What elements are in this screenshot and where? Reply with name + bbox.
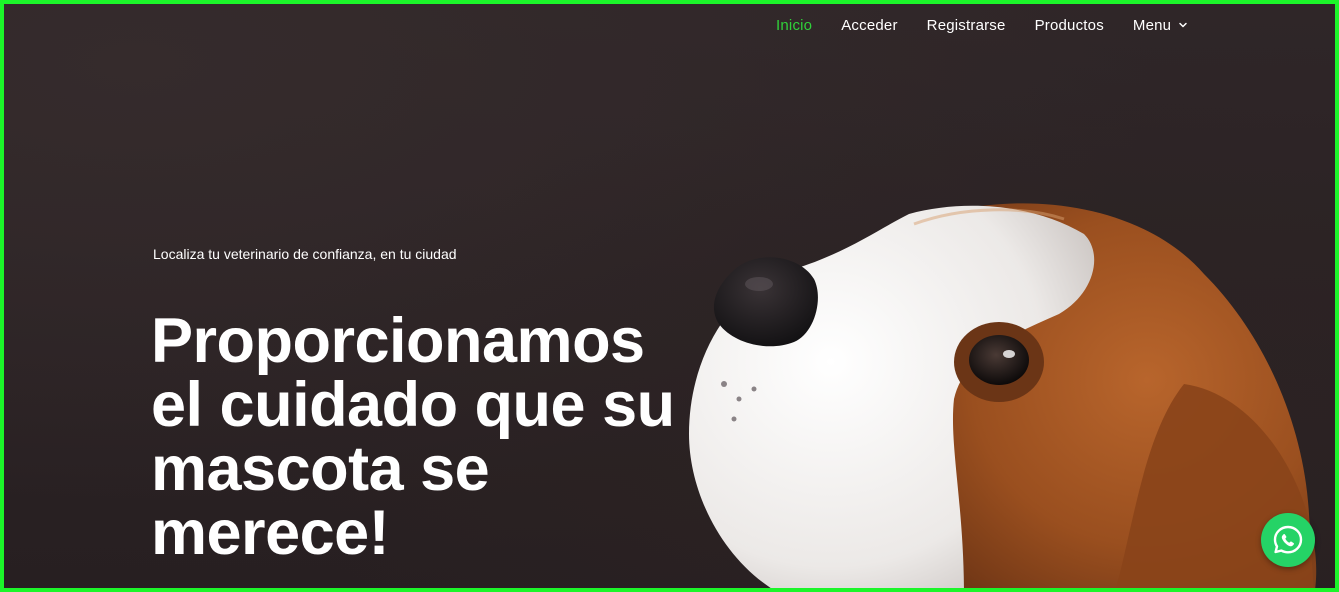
nav-item-label: Productos: [1034, 16, 1104, 34]
nav-item-label: Acceder: [841, 16, 898, 34]
beagle-dog-image: [689, 203, 1317, 588]
whatsapp-button[interactable]: [1261, 513, 1315, 567]
nav-item-productos[interactable]: Productos: [1035, 17, 1104, 34]
whatsapp-icon: [1273, 525, 1303, 554]
main-nav: Inicio Acceder Registrarse Productos Men…: [776, 11, 1218, 39]
nav-item-menu[interactable]: Menu: [1133, 17, 1189, 34]
hero-tagline: Localiza tu veterinario de confianza, en…: [153, 246, 457, 262]
nav-item-label: Inicio: [776, 16, 813, 34]
chevron-down-icon: [1179, 22, 1187, 28]
hero-headline: Proporcionamos el cuidado que su mascota…: [151, 306, 675, 568]
nav-item-registrarse[interactable]: Registrarse: [927, 17, 1006, 34]
nav-item-label: Registrarse: [926, 16, 1006, 34]
nav-item-label: Menu: [1132, 16, 1172, 34]
nav-item-acceder[interactable]: Acceder: [841, 17, 897, 34]
page-frame: Inicio Acceder Registrarse Productos Men…: [0, 0, 1339, 592]
nav-item-inicio[interactable]: Inicio: [776, 17, 812, 34]
